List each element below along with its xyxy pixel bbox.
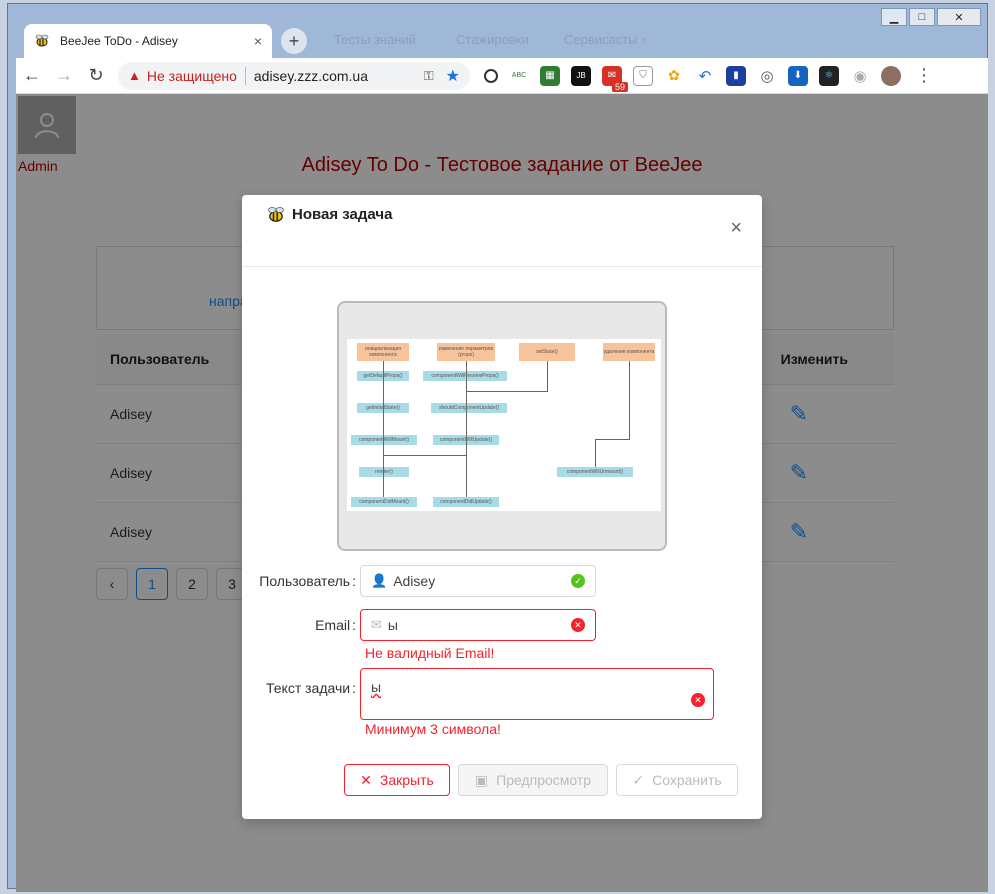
active-tab[interactable]: BeeJee ToDo - Adisey × xyxy=(24,24,272,58)
preview-button-label: Предпросмотр xyxy=(496,772,592,788)
task-text-field[interactable]: ы ✕ xyxy=(360,668,714,720)
email-row: Email ✉ ы ✕ xyxy=(242,609,762,641)
user-field[interactable]: 👤 Adisey ✓ xyxy=(360,565,596,597)
jetbrains-extension-icon[interactable]: JB xyxy=(571,65,591,86)
task-text-value[interactable]: ы xyxy=(371,679,703,695)
reload-icon[interactable]: ↻ xyxy=(80,60,112,92)
web-page: Admin Adisey To Do - Тестовое задание от… xyxy=(16,94,988,892)
grid-extension-icon[interactable]: ▦ xyxy=(540,65,560,86)
text-label: Текст задачи xyxy=(242,668,360,696)
diagram-line xyxy=(466,391,548,392)
image-preview: инициализация компонента изменение парам… xyxy=(337,301,667,551)
diagram-node: componentWillMount() xyxy=(351,435,417,445)
diagram-line xyxy=(383,361,384,497)
address-bar[interactable]: ▲ Не защищено adisey.zzz.com.ua ⚿ ★ xyxy=(118,61,470,90)
flower-extension-icon[interactable]: ✿ xyxy=(664,65,684,86)
diagram-node: инициализация компонента xyxy=(357,343,409,361)
save-button-label: Сохранить xyxy=(652,772,722,788)
diagram-node: удаление компонента xyxy=(603,343,655,361)
background-tab[interactable]: Тесты знаний xyxy=(334,32,416,47)
menu-icon[interactable]: ⋮ xyxy=(915,65,933,86)
email-field[interactable]: ✉ ы ✕ xyxy=(360,609,596,641)
forward-icon[interactable]: → xyxy=(48,60,80,92)
tab-strip: Тесты знаний Стажировки Сервисасты › Bee… xyxy=(16,22,987,58)
search-extension-icon[interactable]: ◎ xyxy=(757,65,777,86)
bee-icon xyxy=(268,206,284,222)
background-tab[interactable]: Стажировки xyxy=(456,32,529,47)
download-extension-icon[interactable]: ⬇ xyxy=(788,65,808,86)
close-button[interactable]: ✕ Закрыть xyxy=(344,764,450,796)
modal-title: Новая задача xyxy=(292,206,393,223)
preview-button[interactable]: ▣ Предпросмотр xyxy=(458,764,608,796)
avatar[interactable] xyxy=(881,65,901,86)
diagram-node: render() xyxy=(359,467,409,477)
user-row: Пользователь 👤 Adisey ✓ xyxy=(242,565,762,597)
mail-icon: ✉ xyxy=(371,617,382,632)
diagram-node: componentWillReceiveProps() xyxy=(423,371,507,381)
diagram-node: setState() xyxy=(519,343,575,361)
divider xyxy=(244,66,246,85)
diagram-line xyxy=(595,439,630,440)
tab-title: BeeJee ToDo - Adisey xyxy=(60,34,178,48)
diagram-line xyxy=(466,361,467,497)
eye-extension-icon[interactable] xyxy=(484,68,498,83)
bee-icon xyxy=(35,34,49,47)
diagram-line xyxy=(547,361,548,391)
close-icon[interactable]: × xyxy=(730,217,742,240)
check-icon: ✓ xyxy=(571,574,585,588)
background-tab[interactable]: Сервисасты › xyxy=(564,32,646,47)
diagram-line xyxy=(595,439,596,467)
diagram-node: изменение параметров (props) xyxy=(437,343,495,361)
ruler-extension-icon[interactable]: ▮ xyxy=(726,65,746,86)
extensions-bar: ABC ▦ JB ✉ 59 ⛉ ✿ ↶ ▮ ◎ ⬇ ⚛ ◉ xyxy=(484,65,901,92)
browser-toolbar: ← → ↻ ▲ Не защищено adisey.zzz.com.ua ⚿ … xyxy=(16,58,988,94)
check-icon: ✓ xyxy=(632,771,645,788)
bookmark-star-icon[interactable]: ★ xyxy=(446,66,460,86)
target-extension-icon[interactable]: ◉ xyxy=(850,65,870,86)
text-row: Текст задачи ы ✕ xyxy=(242,668,762,720)
diagram-node: componentDidMount() xyxy=(351,497,417,507)
spellcheck-extension-icon[interactable]: ABC xyxy=(509,65,529,86)
diagram-node: componentDidUpdate() xyxy=(433,497,499,507)
react-extension-icon[interactable]: ⚛ xyxy=(819,65,839,86)
not-secure-label[interactable]: Не защищено xyxy=(147,68,237,84)
email-value[interactable]: ы xyxy=(388,617,571,633)
user-label: Пользователь xyxy=(242,573,360,589)
tab-close-icon[interactable]: × xyxy=(254,33,262,49)
diagram-line xyxy=(383,455,467,456)
diagram-node: componentWillUnmount() xyxy=(557,467,633,477)
text-error-message: Минимум 3 символа! xyxy=(365,721,501,737)
url-text[interactable]: adisey.zzz.com.ua xyxy=(254,68,424,84)
lifecycle-diagram: инициализация компонента изменение парам… xyxy=(347,339,661,511)
shield-extension-icon[interactable]: ⛉ xyxy=(633,65,653,86)
new-tab-button[interactable]: + xyxy=(281,28,307,54)
diagram-node: shouldComponentUpdate() xyxy=(431,403,507,413)
diagram-line xyxy=(629,361,630,439)
new-task-modal: Новая задача × инициализация компонента … xyxy=(242,195,762,819)
key-icon[interactable]: ⚿ xyxy=(424,68,434,84)
close-button-label: Закрыть xyxy=(379,772,434,788)
save-button[interactable]: ✓ Сохранить xyxy=(616,764,738,796)
email-label: Email xyxy=(242,617,360,633)
user-icon: 👤 xyxy=(371,573,388,588)
modal-header: Новая задача × xyxy=(242,195,762,267)
mail-extension-icon[interactable]: ✉ 59 xyxy=(602,65,628,92)
browser-window: ▁ □ ✕ Тесты знаний Стажировки Сервисасты… xyxy=(7,3,988,892)
close-icon: ✕ xyxy=(360,771,372,788)
back-icon[interactable]: ← xyxy=(16,60,48,92)
error-icon[interactable]: ✕ xyxy=(571,618,585,632)
error-icon[interactable]: ✕ xyxy=(691,693,705,707)
warning-icon[interactable]: ▲ xyxy=(128,68,141,83)
email-error-message: Не валидный Email! xyxy=(365,645,495,661)
mail-badge: 59 xyxy=(611,81,628,92)
undo-extension-icon[interactable]: ↶ xyxy=(695,65,715,86)
image-icon: ▣ xyxy=(474,771,489,788)
user-value[interactable]: Adisey xyxy=(393,573,571,589)
